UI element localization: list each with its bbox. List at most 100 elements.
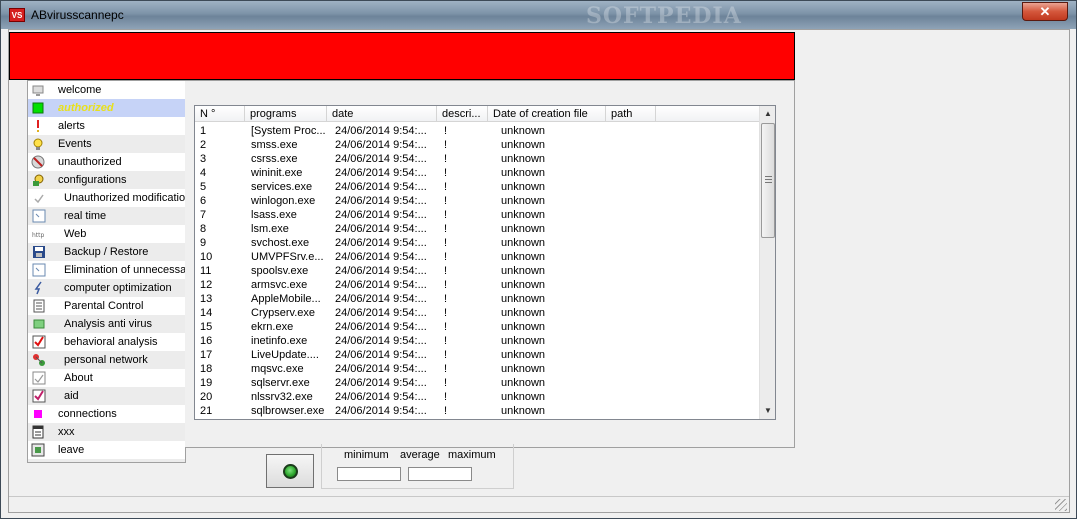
table-row[interactable]: 1 [System Proc... 24/06/2014 9:54:...! unkn… [195, 124, 761, 138]
row-number-cell: 4 [200, 167, 207, 179]
sidebar-item-label: Web [64, 228, 87, 240]
date-cell: 24/06/2014 9:54:... [335, 167, 427, 179]
sidebar-item[interactable]: alerts [28, 117, 185, 135]
row-number-cell: 17 [200, 349, 213, 361]
scroll-up-icon[interactable]: ▲ [760, 106, 775, 122]
vertical-scrollbar[interactable]: ▲ ▼ [759, 106, 775, 419]
row-number-cell: 19 [200, 377, 213, 389]
sidebar-item[interactable]: Backup / Restore [28, 243, 185, 261]
sidebar-item[interactable]: aid [28, 387, 185, 405]
average-field[interactable] [408, 467, 472, 481]
softpedia-watermark: SOFTPEDIA [586, 3, 742, 29]
sidebar-item[interactable]: Events [28, 135, 185, 153]
title-bar[interactable]: VS ABvirusscannepc SOFTPEDIA ✕ [1, 1, 1076, 29]
sidebar-item[interactable]: configurations [28, 171, 185, 189]
date-cell: 24/06/2014 9:54:... [335, 335, 427, 347]
date-cell: 24/06/2014 9:54:... [335, 293, 427, 305]
sidebar-item[interactable]: Analysis anti virus [28, 315, 185, 333]
row-number-cell: 18 [200, 363, 213, 375]
sidebar-item[interactable]: connections [28, 405, 185, 423]
program-name-cell: winlogon.exe [251, 195, 316, 207]
sidebar-item[interactable]: real time [28, 207, 185, 225]
config-gear-icon [31, 173, 45, 187]
client-area: welcome authorized alerts Events unauthorize… [8, 29, 1070, 513]
description-cell: ! [444, 293, 448, 305]
sidebar-item-label: aid [64, 390, 79, 402]
column-header-date[interactable]: date [327, 106, 437, 122]
sidebar-item[interactable]: leave [28, 441, 185, 459]
sidebar-item[interactable]: behavioral analysis [28, 333, 185, 351]
table-row[interactable]: 17 LiveUpdate.... 24/06/2014 9:54:...! unkn… [195, 348, 761, 362]
sidebar-item[interactable]: Elimination of unnecessary [28, 261, 185, 279]
row-number-cell: 10 [200, 251, 213, 263]
sidebar-item[interactable]: xxx [28, 423, 185, 441]
http-icon: http [32, 227, 46, 241]
scroll-thumb[interactable] [761, 123, 775, 238]
sidebar-item[interactable]: Parental Control [28, 297, 185, 315]
close-button[interactable]: ✕ [1022, 2, 1068, 21]
svg-text:http: http [32, 232, 45, 239]
table-row[interactable]: 19 sqlservr.exe 24/06/2014 9:54:...! unknow… [195, 376, 761, 390]
table-row[interactable]: 7 lsass.exe 24/06/2014 9:54:...! unknown [195, 208, 761, 222]
creation-date-cell: unknown [501, 139, 546, 151]
list-header: N ° programs date descri... Date of crea… [195, 106, 761, 122]
table-row[interactable]: 15 ekrn.exe 24/06/2014 9:54:...! unknown [195, 320, 761, 334]
table-row[interactable]: 14 Crypserv.exe 24/06/2014 9:54:...! unknow… [195, 306, 761, 320]
sidebar-item-label: behavioral analysis [64, 336, 158, 348]
column-header-programs[interactable]: programs [245, 106, 327, 122]
date-cell: 24/06/2014 9:54:... [335, 209, 427, 221]
sidebar-item[interactable]: unauthorized [28, 153, 185, 171]
sidebar-item[interactable]: Unauthorized modification [28, 189, 185, 207]
date-cell: 24/06/2014 9:54:... [335, 237, 427, 249]
sidebar-item[interactable]: personal network [28, 351, 185, 369]
column-header-number[interactable]: N ° [195, 106, 245, 122]
table-row[interactable]: 20 nlssrv32.exe 24/06/2014 9:54:...! unknow… [195, 390, 761, 404]
sidebar-item[interactable]: About [28, 369, 185, 387]
sidebar-item-label: Analysis anti virus [64, 318, 153, 330]
table-row[interactable]: 4 wininit.exe 24/06/2014 9:54:...! unknown [195, 166, 761, 180]
table-row[interactable]: 16 inetinfo.exe 24/06/2014 9:54:...! unknow… [195, 334, 761, 348]
minimum-field[interactable] [337, 467, 401, 481]
resize-grip-icon[interactable] [1055, 499, 1067, 511]
description-cell: ! [444, 391, 448, 403]
column-header-path[interactable]: path [606, 106, 656, 122]
scroll-down-icon[interactable]: ▼ [760, 403, 775, 419]
sidebar-item[interactable]: http Web [28, 225, 185, 243]
floppy-icon [32, 245, 46, 259]
program-name-cell: inetinfo.exe [251, 335, 308, 347]
scan-status-button[interactable] [266, 454, 314, 488]
creation-date-cell: unknown [501, 125, 546, 137]
trash-box-icon [32, 263, 46, 277]
sidebar-item[interactable]: welcome [28, 81, 185, 99]
sidebar-item-label: computer optimization [64, 282, 172, 294]
table-row[interactable]: 9 svchost.exe 24/06/2014 9:54:...! unknown [195, 236, 761, 250]
app-icon[interactable]: VS [9, 8, 25, 22]
program-name-cell: sqlservr.exe [251, 377, 310, 389]
table-row[interactable]: 5 services.exe 24/06/2014 9:54:...! unknown [195, 180, 761, 194]
table-row[interactable]: 3 csrss.exe 24/06/2014 9:54:...! unknown [195, 152, 761, 166]
table-row[interactable]: 18 mqsvc.exe 24/06/2014 9:54:...! unknown [195, 362, 761, 376]
process-list[interactable]: N ° programs date descri... Date of crea… [194, 105, 776, 420]
table-row[interactable]: 13 AppleMobile... 24/06/2014 9:54:...! unkn… [195, 292, 761, 306]
table-row[interactable]: 12 armsvc.exe 24/06/2014 9:54:...! unknown [195, 278, 761, 292]
sidebar-item[interactable]: computer optimization [28, 279, 185, 297]
column-header-description[interactable]: descri... [437, 106, 488, 122]
table-row[interactable]: 21 sqlbrowser.exe 24/06/2014 9:54:...! unkn… [195, 404, 761, 418]
creation-date-cell: unknown [501, 167, 546, 179]
sidebar-item[interactable]: authorized [28, 99, 185, 117]
table-row[interactable]: 6 winlogon.exe 24/06/2014 9:54:...! unknown [195, 194, 761, 208]
description-cell: ! [444, 237, 448, 249]
column-header-creation-date[interactable]: Date of creation file [488, 106, 606, 122]
description-cell: ! [444, 321, 448, 333]
sidebar-item-label: leave [58, 444, 85, 456]
table-row[interactable]: 11 spoolsv.exe 24/06/2014 9:54:...! unknown [195, 264, 761, 278]
date-cell: 24/06/2014 9:54:... [335, 363, 427, 375]
sidebar-item-label: configurations [58, 174, 127, 186]
main-panel: N ° programs date descri... Date of crea… [185, 80, 795, 448]
table-row[interactable]: 8 lsm.exe 24/06/2014 9:54:...! unknown [195, 222, 761, 236]
description-cell: ! [444, 335, 448, 347]
table-row[interactable]: 10 UMVPFSrv.e... 24/06/2014 9:54:...! unkno… [195, 250, 761, 264]
program-name-cell: lsass.exe [251, 209, 297, 221]
table-row[interactable]: 2 smss.exe 24/06/2014 9:54:...! unknown [195, 138, 761, 152]
creation-date-cell: unknown [501, 405, 546, 417]
